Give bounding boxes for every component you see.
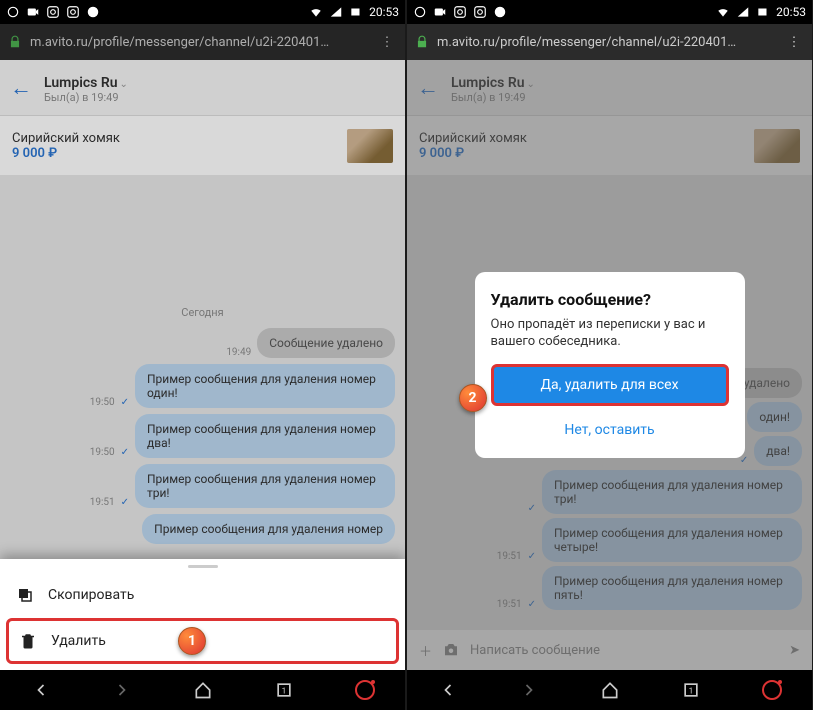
kebab-icon[interactable]: ⋮ (377, 35, 397, 50)
dialog-confirm-button[interactable]: Да, удалить для всех (491, 364, 729, 406)
message-time: 19:50 (90, 447, 115, 458)
chat-header: ← Lumpics Ru⌄ Был(а) в 19:49 (0, 60, 405, 116)
message-bubble[interactable]: Пример сообщения для удаления номер три! (135, 464, 395, 508)
dialog-backdrop: Удалить сообщение? Оно пропадёт из переп… (407, 60, 812, 670)
dialog-cancel-button[interactable]: Нет, оставить (491, 416, 729, 444)
nav-home-icon[interactable] (193, 680, 213, 700)
nav-back-icon[interactable] (31, 680, 51, 700)
instagram-icon (66, 5, 80, 19)
back-icon[interactable]: ← (10, 75, 32, 101)
nav-forward-icon[interactable] (112, 680, 132, 700)
context-copy-label: Скопировать (48, 587, 134, 603)
clock: 20:53 (369, 5, 399, 19)
context-delete-label: Удалить (51, 633, 106, 649)
dialog-text: Оно пропадёт из переписки у вас и вашего… (491, 317, 729, 351)
message-bubble[interactable]: Пример сообщения для удаления номер один… (135, 364, 395, 408)
context-menu: Скопировать Удалить (0, 559, 405, 670)
kebab-icon[interactable]: ⋮ (784, 35, 804, 50)
nav-opera-icon[interactable] (355, 680, 375, 700)
message-row[interactable]: 19:50 ✓ Пример сообщения для удаления номе… (0, 361, 405, 411)
message-row[interactable]: Пример сообщения для удаления номер (0, 511, 405, 547)
url-bar[interactable]: m.avito.ru/profile/messenger/channel/u2i… (0, 24, 405, 60)
svg-text:1: 1 (281, 686, 286, 696)
message-time: 19:49 (226, 347, 251, 358)
svg-text:1: 1 (688, 686, 693, 696)
battery-icon (349, 5, 363, 19)
nav-tabs-icon[interactable]: 1 (681, 680, 701, 700)
listing-bar[interactable]: Сирийский хомяк 9 000 ₽ (0, 116, 405, 176)
nav-forward-icon[interactable] (519, 680, 539, 700)
message-bubble[interactable]: Пример сообщения для удаления номер два! (135, 414, 395, 458)
message-row[interactable]: 19:51 ✓ Пример сообщения для удаления номе… (0, 461, 405, 511)
message-row[interactable]: 19:49 Сообщение удалено (0, 325, 405, 361)
instagram-icon (46, 5, 60, 19)
listing-thumb (347, 129, 393, 163)
instagram-icon (473, 5, 487, 19)
annotation-marker-2: 2 (459, 384, 487, 412)
listing-price: 9 000 ₽ (12, 146, 337, 161)
message-bubble[interactable]: Пример сообщения для удаления номер (142, 514, 395, 544)
check-icon: ✓ (121, 497, 129, 508)
copy-icon (16, 586, 34, 604)
opera-icon (6, 5, 20, 19)
chat-title[interactable]: Lumpics Ru (44, 75, 118, 91)
signal-icon (329, 5, 343, 19)
lock-icon (415, 35, 429, 49)
url-bar[interactable]: m.avito.ru/profile/messenger/channel/u2i… (407, 24, 812, 60)
message-row[interactable]: 19:50 ✓ Пример сообщения для удаления номе… (0, 411, 405, 461)
trash-icon (19, 632, 37, 650)
annotation-marker-1: 1 (178, 627, 206, 655)
shazam-icon (493, 5, 507, 19)
signal-icon (736, 5, 750, 19)
video-icon (26, 5, 40, 19)
video-icon (433, 5, 447, 19)
message-bubble[interactable]: Сообщение удалено (257, 328, 395, 358)
status-bar: 20:53 (0, 0, 405, 24)
url-text: m.avito.ru/profile/messenger/channel/u2i… (30, 35, 369, 50)
url-text: m.avito.ru/profile/messenger/channel/u2i… (437, 35, 776, 50)
wifi-icon (716, 5, 730, 19)
check-icon: ✓ (121, 447, 129, 458)
shazam-icon (86, 5, 100, 19)
phone-right: 20:53 m.avito.ru/profile/messenger/chann… (407, 0, 812, 710)
wifi-icon (309, 5, 323, 19)
nav-home-icon[interactable] (600, 680, 620, 700)
clock: 20:53 (776, 5, 806, 19)
instagram-icon (453, 5, 467, 19)
message-time: 19:50 (90, 397, 115, 408)
nav-opera-icon[interactable] (762, 680, 782, 700)
battery-icon (756, 5, 770, 19)
chat-subtitle: Был(а) в 19:49 (44, 91, 128, 104)
nav-tabs-icon[interactable]: 1 (274, 680, 294, 700)
bottom-nav: 1 (407, 670, 812, 710)
listing-name: Сирийский хомяк (12, 131, 337, 146)
message-time: 19:51 (90, 497, 115, 508)
phone-left: 20:53 m.avito.ru/profile/messenger/chann… (0, 0, 405, 710)
bottom-nav: 1 (0, 670, 405, 710)
drag-handle[interactable] (188, 565, 218, 568)
dialog-title: Удалить сообщение? (491, 290, 729, 309)
opera-icon (413, 5, 427, 19)
lock-icon (8, 35, 22, 49)
status-bar: 20:53 (407, 0, 812, 24)
check-icon: ✓ (121, 397, 129, 408)
nav-back-icon[interactable] (438, 680, 458, 700)
date-separator: Сегодня (0, 296, 405, 325)
context-copy[interactable]: Скопировать (0, 572, 405, 618)
delete-dialog: Удалить сообщение? Оно пропадёт из переп… (475, 272, 745, 459)
chevron-down-icon: ⌄ (120, 79, 128, 90)
